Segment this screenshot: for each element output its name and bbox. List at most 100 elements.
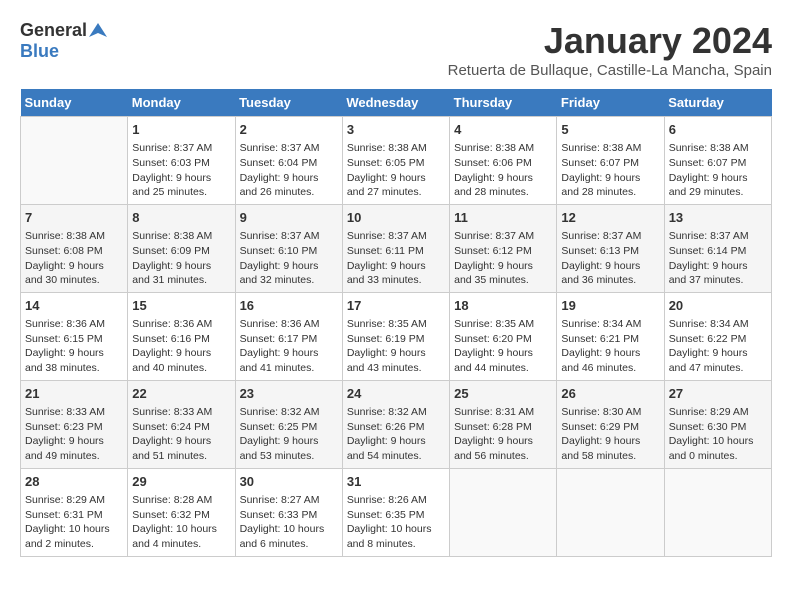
day-info: Sunrise: 8:31 AMSunset: 6:28 PMDaylight:… — [454, 405, 552, 464]
calendar-cell — [664, 468, 771, 556]
calendar-cell: 17 Sunrise: 8:35 AMSunset: 6:19 PMDayligh… — [342, 292, 449, 380]
calendar-cell: 30 Sunrise: 8:27 AMSunset: 6:33 PMDayligh… — [235, 468, 342, 556]
weekday-header-saturday: Saturday — [664, 89, 771, 117]
day-number: 27 — [669, 385, 767, 403]
day-number: 28 — [25, 473, 123, 491]
day-info: Sunrise: 8:38 AMSunset: 6:08 PMDaylight:… — [25, 229, 123, 288]
weekday-header-row: SundayMondayTuesdayWednesdayThursdayFrid… — [21, 89, 772, 117]
calendar-cell: 15 Sunrise: 8:36 AMSunset: 6:16 PMDayligh… — [128, 292, 235, 380]
day-info: Sunrise: 8:32 AMSunset: 6:26 PMDaylight:… — [347, 405, 445, 464]
day-info: Sunrise: 8:37 AMSunset: 6:13 PMDaylight:… — [561, 229, 659, 288]
calendar-cell: 13Sunrise: 8:37 AMSunset: 6:14 PMDayligh… — [664, 204, 771, 292]
day-info: Sunrise: 8:36 AMSunset: 6:15 PMDaylight:… — [25, 317, 123, 376]
day-number: 8 — [132, 209, 230, 227]
calendar-cell: 1 Sunrise: 8:37 AMSunset: 6:03 PMDaylight… — [128, 117, 235, 205]
calendar-cell: 26 Sunrise: 8:30 AMSunset: 6:29 PMDayligh… — [557, 380, 664, 468]
calendar-cell: 14 Sunrise: 8:36 AMSunset: 6:15 PMDayligh… — [21, 292, 128, 380]
day-number: 4 — [454, 121, 552, 139]
day-number: 29 — [132, 473, 230, 491]
calendar-cell: 21 Sunrise: 8:33 AMSunset: 6:23 PMDayligh… — [21, 380, 128, 468]
day-number: 2 — [240, 121, 338, 139]
day-info: Sunrise: 8:37 AMSunset: 6:03 PMDaylight:… — [132, 141, 230, 200]
day-number: 30 — [240, 473, 338, 491]
day-number: 17 — [347, 297, 445, 315]
calendar-cell: 19Sunrise: 8:34 AMSunset: 6:21 PMDayligh… — [557, 292, 664, 380]
calendar-cell: 27Sunrise: 8:29 AMSunset: 6:30 PMDayligh… — [664, 380, 771, 468]
calendar-cell — [21, 117, 128, 205]
calendar-cell: 8 Sunrise: 8:38 AMSunset: 6:09 PMDaylight… — [128, 204, 235, 292]
day-info: Sunrise: 8:27 AMSunset: 6:33 PMDaylight:… — [240, 493, 338, 552]
calendar-cell: 23 Sunrise: 8:32 AMSunset: 6:25 PMDayligh… — [235, 380, 342, 468]
day-number: 5 — [561, 121, 659, 139]
day-number: 19 — [561, 297, 659, 315]
calendar-week-row: 28 Sunrise: 8:29 AMSunset: 6:31 PMDayligh… — [21, 468, 772, 556]
logo: General Blue — [20, 20, 107, 62]
day-number: 12 — [561, 209, 659, 227]
calendar-cell: 31Sunrise: 8:26 AMSunset: 6:35 PMDayligh… — [342, 468, 449, 556]
weekday-header-sunday: Sunday — [21, 89, 128, 117]
day-info: Sunrise: 8:32 AMSunset: 6:25 PMDaylight:… — [240, 405, 338, 464]
day-number: 16 — [240, 297, 338, 315]
calendar-cell: 16 Sunrise: 8:36 AMSunset: 6:17 PMDayligh… — [235, 292, 342, 380]
calendar-cell: 3 Sunrise: 8:38 AMSunset: 6:05 PMDaylight… — [342, 117, 449, 205]
title-area: January 2024 Retuerta de Bullaque, Casti… — [448, 20, 772, 79]
day-number: 23 — [240, 385, 338, 403]
logo-general-text: General — [20, 20, 87, 41]
weekday-header-thursday: Thursday — [450, 89, 557, 117]
calendar-cell: 25 Sunrise: 8:31 AMSunset: 6:28 PMDayligh… — [450, 380, 557, 468]
day-info: Sunrise: 8:35 AMSunset: 6:19 PMDaylight:… — [347, 317, 445, 376]
calendar-cell — [557, 468, 664, 556]
day-info: Sunrise: 8:36 AMSunset: 6:17 PMDaylight:… — [240, 317, 338, 376]
day-info: Sunrise: 8:37 AMSunset: 6:10 PMDaylight:… — [240, 229, 338, 288]
weekday-header-tuesday: Tuesday — [235, 89, 342, 117]
calendar-cell: 6Sunrise: 8:38 AMSunset: 6:07 PMDaylight… — [664, 117, 771, 205]
calendar-cell: 11Sunrise: 8:37 AMSunset: 6:12 PMDayligh… — [450, 204, 557, 292]
day-number: 1 — [132, 121, 230, 139]
day-info: Sunrise: 8:29 AMSunset: 6:31 PMDaylight:… — [25, 493, 123, 552]
logo-bird-icon — [89, 21, 107, 39]
weekday-header-monday: Monday — [128, 89, 235, 117]
day-info: Sunrise: 8:35 AMSunset: 6:20 PMDaylight:… — [454, 317, 552, 376]
calendar-week-row: 21 Sunrise: 8:33 AMSunset: 6:23 PMDayligh… — [21, 380, 772, 468]
day-number: 18 — [454, 297, 552, 315]
calendar-cell: 2Sunrise: 8:37 AMSunset: 6:04 PMDaylight… — [235, 117, 342, 205]
day-number: 9 — [240, 209, 338, 227]
calendar-subtitle: Retuerta de Bullaque, Castille-La Mancha… — [448, 62, 772, 79]
day-number: 15 — [132, 297, 230, 315]
calendar-table: SundayMondayTuesdayWednesdayThursdayFrid… — [20, 89, 772, 557]
day-info: Sunrise: 8:37 AMSunset: 6:11 PMDaylight:… — [347, 229, 445, 288]
calendar-cell: 7 Sunrise: 8:38 AMSunset: 6:08 PMDaylight… — [21, 204, 128, 292]
calendar-week-row: 14 Sunrise: 8:36 AMSunset: 6:15 PMDayligh… — [21, 292, 772, 380]
day-number: 11 — [454, 209, 552, 227]
day-number: 25 — [454, 385, 552, 403]
calendar-cell: 4Sunrise: 8:38 AMSunset: 6:06 PMDaylight… — [450, 117, 557, 205]
day-info: Sunrise: 8:33 AMSunset: 6:24 PMDaylight:… — [132, 405, 230, 464]
day-number: 3 — [347, 121, 445, 139]
day-info: Sunrise: 8:38 AMSunset: 6:07 PMDaylight:… — [669, 141, 767, 200]
calendar-cell: 22 Sunrise: 8:33 AMSunset: 6:24 PMDayligh… — [128, 380, 235, 468]
weekday-header-friday: Friday — [557, 89, 664, 117]
calendar-cell: 28 Sunrise: 8:29 AMSunset: 6:31 PMDayligh… — [21, 468, 128, 556]
day-number: 26 — [561, 385, 659, 403]
day-number: 10 — [347, 209, 445, 227]
day-info: Sunrise: 8:38 AMSunset: 6:07 PMDaylight:… — [561, 141, 659, 200]
day-info: Sunrise: 8:33 AMSunset: 6:23 PMDaylight:… — [25, 405, 123, 464]
day-number: 7 — [25, 209, 123, 227]
day-number: 21 — [25, 385, 123, 403]
day-info: Sunrise: 8:36 AMSunset: 6:16 PMDaylight:… — [132, 317, 230, 376]
day-info: Sunrise: 8:30 AMSunset: 6:29 PMDaylight:… — [561, 405, 659, 464]
day-info: Sunrise: 8:34 AMSunset: 6:22 PMDaylight:… — [669, 317, 767, 376]
day-info: Sunrise: 8:38 AMSunset: 6:05 PMDaylight:… — [347, 141, 445, 200]
day-number: 22 — [132, 385, 230, 403]
calendar-cell: 20 Sunrise: 8:34 AMSunset: 6:22 PMDayligh… — [664, 292, 771, 380]
header: General Blue January 2024 Retuerta de Bu… — [20, 20, 772, 79]
calendar-title: January 2024 — [448, 20, 772, 62]
day-info: Sunrise: 8:38 AMSunset: 6:09 PMDaylight:… — [132, 229, 230, 288]
day-number: 14 — [25, 297, 123, 315]
day-number: 20 — [669, 297, 767, 315]
weekday-header-wednesday: Wednesday — [342, 89, 449, 117]
calendar-cell: 9 Sunrise: 8:37 AMSunset: 6:10 PMDaylight… — [235, 204, 342, 292]
calendar-cell: 18 Sunrise: 8:35 AMSunset: 6:20 PMDayligh… — [450, 292, 557, 380]
logo-blue-text: Blue — [20, 41, 59, 61]
day-info: Sunrise: 8:28 AMSunset: 6:32 PMDaylight:… — [132, 493, 230, 552]
